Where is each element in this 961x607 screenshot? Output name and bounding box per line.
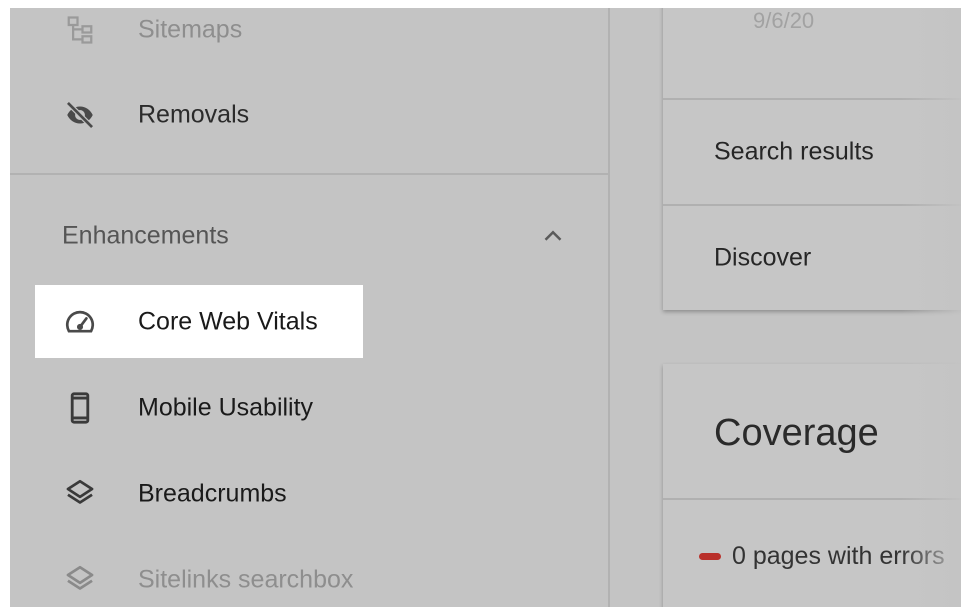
sidebar-item-sitemaps[interactable]: Sitemaps — [10, 8, 608, 60]
dimmed-overlay: Sitemaps Removals Enhancements Core Web … — [10, 8, 961, 607]
sidebar-item-removals[interactable]: Removals — [10, 85, 608, 145]
row-label: Search results — [714, 137, 874, 166]
layers-icon — [62, 562, 98, 598]
sidebar-item-core-web-vitals[interactable]: Core Web Vitals — [10, 292, 608, 352]
discover-row[interactable]: Discover — [663, 204, 961, 310]
chevron-up-icon[interactable] — [538, 221, 568, 251]
performance-card: 9/6/20 Search results Discover — [663, 8, 961, 310]
card-title: Coverage — [714, 412, 879, 454]
row-label: Discover — [714, 243, 812, 272]
coverage-card: Coverage 0 pages with errors — [663, 364, 961, 607]
sidebar-item-breadcrumbs[interactable]: Breadcrumbs — [10, 464, 608, 524]
section-title: Enhancements — [62, 221, 229, 250]
card-divider — [663, 498, 961, 500]
layers-icon — [62, 476, 98, 512]
sidebar-item-mobile-usability[interactable]: Mobile Usability — [10, 378, 608, 438]
error-indicator-icon — [699, 552, 721, 560]
status-text: 0 pages with errors — [732, 541, 945, 570]
smartphone-icon — [62, 390, 98, 426]
sidebar-divider — [10, 173, 608, 175]
sidebar-item-label: Core Web Vitals — [138, 307, 318, 336]
enhancements-section-header[interactable]: Enhancements — [10, 206, 608, 266]
sidebar-item-label: Sitelinks searchbox — [138, 565, 354, 594]
sidebar-item-label: Sitemaps — [138, 15, 243, 44]
sidebar-item-sitelinks-searchbox[interactable]: Sitelinks searchbox — [10, 550, 608, 607]
search-results-row[interactable]: Search results — [663, 98, 961, 204]
speedometer-icon — [62, 304, 98, 340]
date-label: 9/6/20 — [753, 8, 815, 33]
coverage-status[interactable]: 0 pages with errors — [699, 536, 945, 576]
eye-off-icon — [62, 97, 98, 133]
sidebar-item-label: Mobile Usability — [138, 393, 314, 422]
sitemap-icon — [62, 12, 98, 48]
sidebar: Sitemaps Removals Enhancements Core Web … — [10, 8, 610, 607]
sidebar-item-label: Breadcrumbs — [138, 479, 287, 508]
sidebar-item-label: Removals — [138, 100, 250, 129]
